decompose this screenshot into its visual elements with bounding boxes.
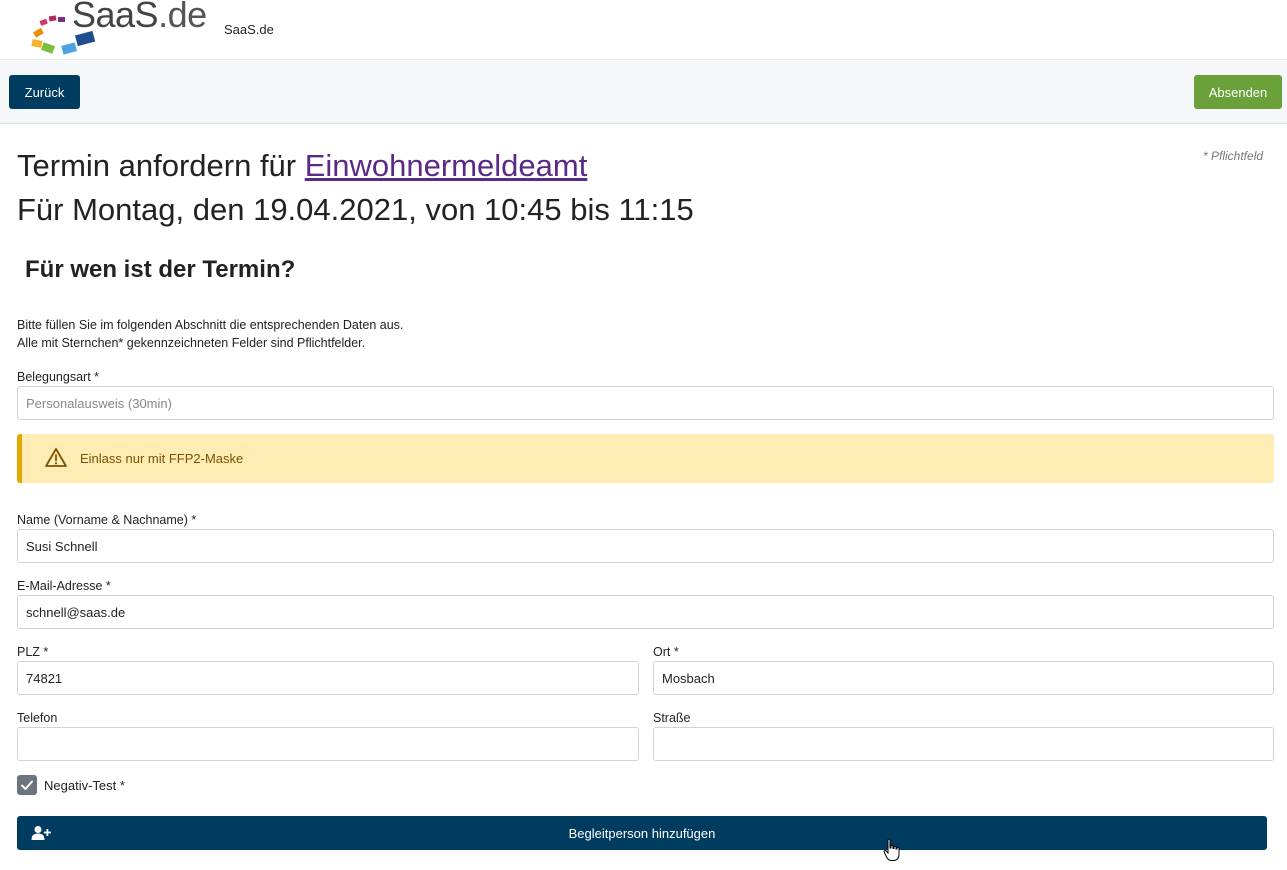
strasse-label: Straße [653,711,691,725]
site-name: SaaS.de [224,22,274,37]
plz-label: PLZ * [17,645,49,659]
negativ-test-label[interactable]: Negativ-Test * [44,778,125,793]
top-header: SaaS.de SaaS.de [0,0,1287,60]
ffp2-alert: Einlass nur mit FFP2-Maske [17,434,1274,483]
logo-wordmark: SaaS.de [72,0,207,35]
intro-line-2: Alle mit Sternchen* gekennzeichneten Fel… [17,336,366,350]
action-toolbar: Zurück Absenden [0,61,1287,124]
email-field[interactable] [17,595,1274,629]
saas-logo[interactable]: SaaS.de [30,0,207,58]
strasse-field[interactable] [653,727,1274,761]
email-label: E-Mail-Adresse * [17,579,111,593]
hand-cursor-icon [883,838,900,861]
name-label: Name (Vorname & Nachname) * [17,513,197,527]
intro-text: Bitte füllen Sie im folgenden Abschnitt … [17,316,403,352]
telefon-label: Telefon [17,711,58,725]
submit-button[interactable]: Absenden [1194,75,1282,109]
ort-field[interactable] [653,661,1274,695]
section-title: Für wen ist der Termin? [25,256,296,283]
page-title: Termin anfordern für Einwohnermeldeamt [17,148,587,184]
telefon-field[interactable] [17,727,639,761]
name-field[interactable] [17,529,1274,563]
appointment-date-title: Für Montag, den 19.04.2021, von 10:45 bi… [17,192,694,227]
warning-triangle-icon [45,448,67,467]
intro-line-1: Bitte füllen Sie im folgenden Abschnitt … [17,318,404,332]
belegungsart-field[interactable] [17,386,1274,420]
add-companion-label: Begleitperson hinzufügen [568,826,716,841]
belegungsart-label: Belegungsart * [17,370,100,384]
ort-label: Ort * [653,645,679,659]
add-companion-button[interactable]: Begleitperson hinzufügen [17,816,1267,850]
check-icon [21,780,33,790]
title-prefix: Termin anfordern für [17,148,305,183]
back-button[interactable]: Zurück [9,75,80,109]
office-link[interactable]: Einwohnermeldeamt [305,148,588,183]
plz-field[interactable] [17,661,639,695]
negativ-test-checkbox[interactable] [17,775,37,795]
alert-text: Einlass nur mit FFP2-Maske [80,451,244,466]
required-field-note: * Pflichtfeld [1203,149,1264,163]
